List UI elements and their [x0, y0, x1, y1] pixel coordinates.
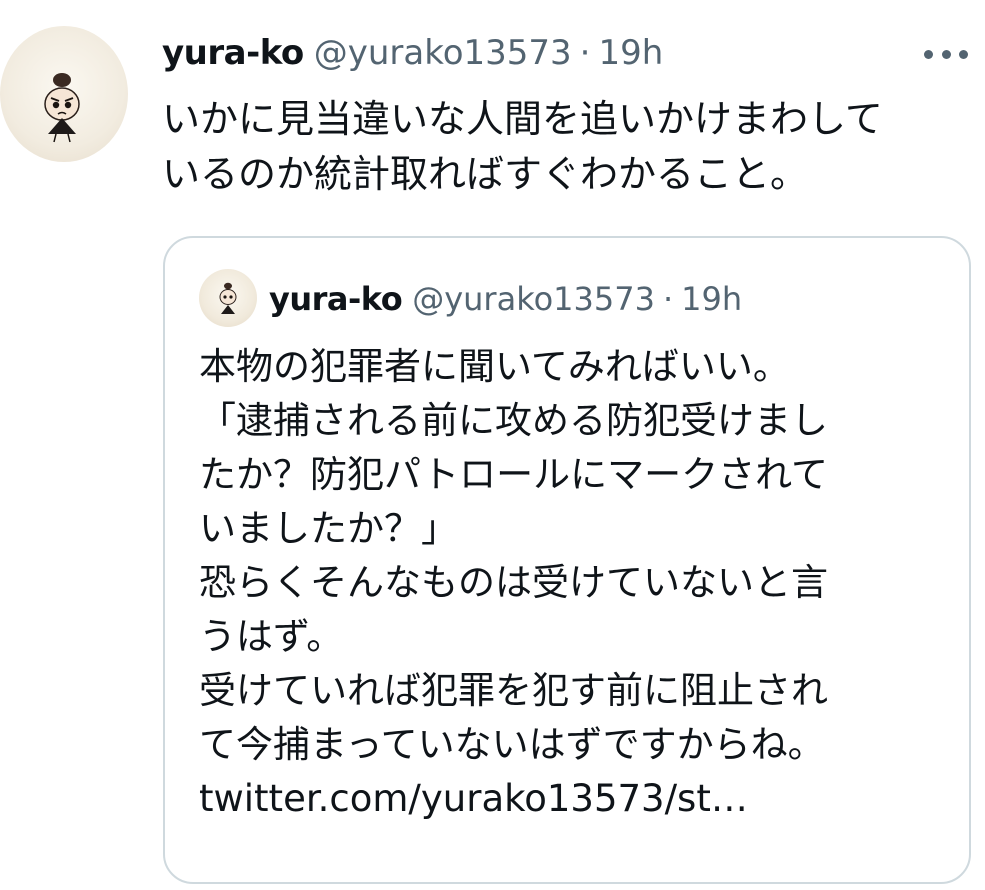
author-avatar[interactable]: [0, 26, 128, 162]
quoted-text-line: うはず。: [199, 615, 344, 658]
more-horizontal-icon: [924, 49, 933, 59]
quoted-tweet-header: yura-ko @yurako13573 · 19h: [269, 276, 742, 322]
tweet-header: yura-ko @yurako13573 · 19h: [162, 28, 663, 78]
quoted-author-avatar[interactable]: [199, 269, 257, 327]
quoted-text-line: て今捕まっていないはずですからね。: [199, 723, 825, 766]
more-dot: [941, 49, 951, 59]
quoted-tweet-time[interactable]: 19h: [681, 280, 742, 318]
tweet-text-line: いかに見当違いな人間を追いかけまわして: [162, 97, 883, 141]
more-options-button[interactable]: [924, 46, 968, 62]
quoted-author-handle[interactable]: @yurako13573: [412, 280, 655, 318]
quoted-text-line: 受けていれば犯罪を犯す前に阻止され: [199, 669, 828, 712]
tweet-text-line: いるのか統計取ればすぐわかること。: [162, 152, 809, 196]
quoted-text-line: 本物の犯罪者に聞いてみればいい。: [199, 345, 790, 388]
quoted-author-name[interactable]: yura-ko: [269, 280, 403, 318]
author-handle[interactable]: @yurako13573: [314, 33, 572, 73]
quoted-text-line: たか？防犯パトロールにマークされて: [199, 453, 828, 496]
quoted-header-separator: ·: [662, 280, 674, 318]
tweet-time[interactable]: 19h: [598, 33, 663, 73]
quoted-tweet-text: 本物の犯罪者に聞いてみればいい。 「逮捕される前に攻める防犯受けまし たか？防犯…: [199, 340, 939, 826]
quoted-tweet-link[interactable]: twitter.com/yurako13573/st…: [199, 772, 939, 826]
author-name[interactable]: yura-ko: [162, 33, 304, 73]
quoted-text-line: いましたか？」: [199, 507, 458, 550]
quoted-tweet-card[interactable]: yura-ko @yurako13573 · 19h 本物の犯罪者に聞いてみればいい。…: [163, 236, 971, 884]
quoted-text-line: 「逮捕される前に攻める防犯受けまし: [199, 399, 828, 442]
quoted-text-line: 恐らくそんなものは受けていないと言: [199, 561, 828, 604]
little-my-avatar-icon: [44, 73, 80, 143]
little-my-avatar-icon: [219, 282, 237, 314]
more-dot: [959, 49, 968, 59]
header-separator: ·: [579, 33, 591, 73]
tweet-text: いかに見当違いな人間を追いかけまわして いるのか統計取ればすぐわかること。: [162, 92, 962, 202]
